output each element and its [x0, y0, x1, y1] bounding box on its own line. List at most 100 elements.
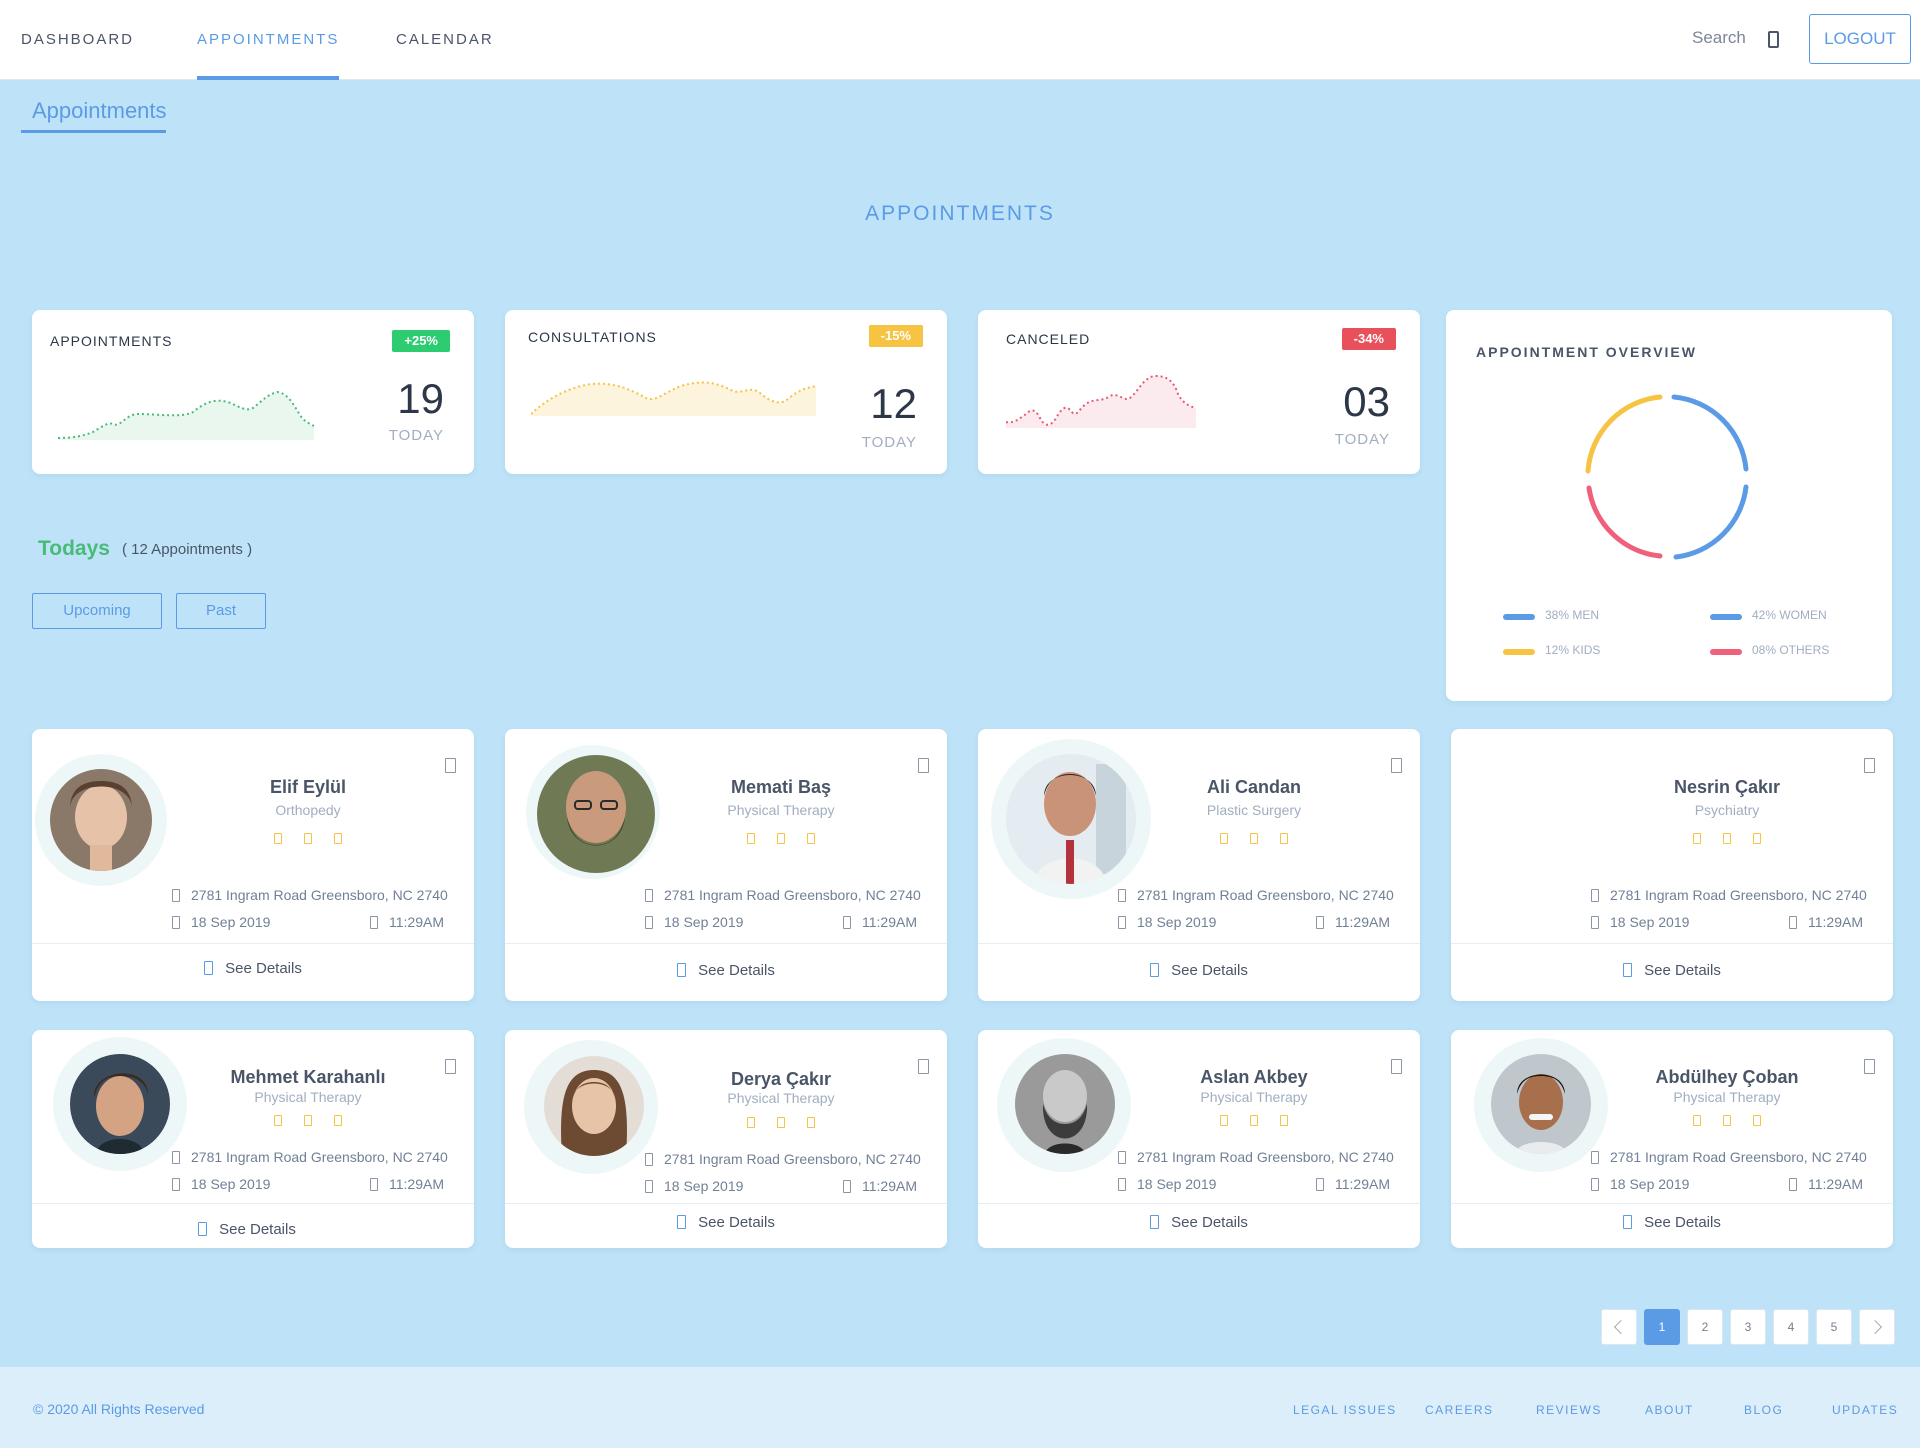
see-details-link[interactable]: See Details	[32, 1221, 474, 1238]
footer-link-reviews[interactable]: REVIEWS	[1536, 1403, 1602, 1417]
stat-value: 03	[1343, 378, 1390, 425]
sparkline-consultations	[531, 381, 817, 416]
see-details-label: See Details	[1171, 1214, 1248, 1231]
clock-icon	[370, 1178, 378, 1191]
logout-button[interactable]: LOGOUT	[1809, 14, 1911, 64]
star-icon	[807, 1117, 815, 1128]
star-icon	[1220, 1115, 1228, 1126]
legend-label: 08% OTHERS	[1752, 643, 1830, 657]
location-icon	[645, 1153, 653, 1166]
star-icon	[777, 1117, 785, 1128]
tab-calendar[interactable]: CALENDAR	[396, 0, 494, 80]
location-icon	[1118, 1151, 1126, 1164]
donut-segment-women	[1673, 484, 1749, 560]
clock-icon	[1789, 916, 1797, 929]
bookmark-icon[interactable]	[445, 1059, 456, 1074]
tab-dashboard[interactable]: DASHBOARD	[21, 0, 134, 80]
bookmark-icon[interactable]	[918, 1059, 929, 1074]
location-icon	[1118, 889, 1126, 902]
donut-segment-others	[1586, 485, 1663, 559]
star-icon	[274, 1115, 282, 1126]
date-row: 18 Sep 2019	[645, 1178, 743, 1194]
see-details-link[interactable]: See Details	[978, 962, 1420, 979]
overview-title: APPOINTMENT OVERVIEW	[1476, 344, 1697, 360]
see-details-link[interactable]: See Details	[505, 962, 947, 979]
stat-subtitle: TODAY	[1334, 431, 1390, 448]
pagination-page-2[interactable]: 2	[1687, 1309, 1723, 1345]
search-icon[interactable]	[1768, 31, 1779, 48]
address-text: 2781 Ingram Road Greensboro, NC 2740	[191, 887, 448, 903]
clock-icon	[843, 916, 851, 929]
todays-count: ( 12 Appointments )	[122, 541, 253, 558]
pagination-page-3[interactable]: 3	[1730, 1309, 1766, 1345]
sparkline-appointments	[58, 390, 315, 440]
calendar-icon	[1591, 916, 1599, 929]
tab-appointments[interactable]: APPOINTMENTS	[197, 0, 340, 80]
legend-label: 42% WOMEN	[1752, 608, 1827, 622]
search-label[interactable]: Search	[1692, 28, 1746, 48]
see-details-label: See Details	[219, 1221, 296, 1238]
avatar	[50, 769, 152, 871]
breadcrumb[interactable]: Appointments	[32, 98, 167, 124]
address-row: 2781 Ingram Road Greensboro, NC 2740	[645, 1151, 921, 1167]
bookmark-icon[interactable]	[1391, 1059, 1402, 1074]
past-filter-button[interactable]: Past	[176, 593, 266, 629]
star-icon	[1280, 1115, 1288, 1126]
bookmark-icon[interactable]	[1864, 758, 1875, 773]
doctor-name: Memati Baş	[730, 777, 832, 797]
donut-segment-kids	[1585, 394, 1663, 474]
stat-title: CONSULTATIONS	[528, 329, 657, 345]
pagination-next-button[interactable]	[1859, 1309, 1895, 1345]
star-icon	[304, 1115, 312, 1126]
date-row: 18 Sep 2019	[1118, 914, 1216, 930]
divider	[505, 1203, 947, 1204]
divider	[32, 1203, 474, 1204]
time-text: 11:29AM	[1808, 1176, 1863, 1192]
star-icon	[1250, 833, 1258, 844]
pagination-prev-button[interactable]	[1601, 1309, 1637, 1345]
see-details-link[interactable]: See Details	[1451, 1214, 1893, 1231]
footer: © 2020 All Rights Reserved LEGAL ISSUES …	[0, 1367, 1920, 1448]
see-details-link[interactable]: See Details	[978, 1214, 1420, 1231]
appointment-card: Aslan Akbey Physical Therapy 2781 Ingram…	[978, 1030, 1420, 1248]
footer-link-about[interactable]: ABOUT	[1645, 1403, 1694, 1417]
bookmark-icon[interactable]	[1391, 758, 1402, 773]
address-row: 2781 Ingram Road Greensboro, NC 2740	[1591, 887, 1867, 903]
time-row: 11:29AM	[1316, 1176, 1390, 1192]
clock-icon	[843, 1180, 851, 1193]
appointment-card: Derya Çakır Physical Therapy 2781 Ingram…	[505, 1030, 947, 1248]
pagination-page-4[interactable]: 4	[1773, 1309, 1809, 1345]
pagination-page-5[interactable]: 5	[1816, 1309, 1852, 1345]
avatar	[1491, 1054, 1591, 1154]
divider	[1451, 943, 1893, 944]
legend-swatch	[1503, 649, 1535, 655]
rating-stars	[1617, 831, 1837, 849]
date-text: 18 Sep 2019	[1610, 1176, 1690, 1192]
clock-icon	[370, 916, 378, 929]
doctor-specialty: Plastic Surgery	[1206, 802, 1302, 818]
divider	[32, 943, 474, 944]
see-details-link[interactable]: See Details	[1451, 962, 1893, 979]
date-text: 18 Sep 2019	[191, 1176, 271, 1192]
footer-link-updates[interactable]: UPDATES	[1832, 1403, 1898, 1417]
star-icon	[777, 833, 785, 844]
upcoming-filter-button[interactable]: Upcoming	[32, 593, 162, 629]
doctor-specialty: Physical Therapy	[727, 1090, 835, 1106]
see-details-link[interactable]: See Details	[32, 960, 474, 977]
divider	[505, 943, 947, 944]
see-details-link[interactable]: See Details	[505, 1214, 947, 1231]
address-text: 2781 Ingram Road Greensboro, NC 2740	[664, 887, 921, 903]
footer-link-blog[interactable]: BLOG	[1744, 1403, 1783, 1417]
bookmark-icon[interactable]	[918, 758, 929, 773]
bookmark-icon[interactable]	[1864, 1059, 1875, 1074]
footer-link-careers[interactable]: CAREERS	[1425, 1403, 1494, 1417]
footer-link-legal-issues[interactable]: LEGAL ISSUES	[1293, 1403, 1397, 1417]
stat-card-appointments: APPOINTMENTS +25% 19 TODAY	[32, 310, 474, 474]
stat-value: 19	[397, 375, 444, 422]
bookmark-icon[interactable]	[445, 758, 456, 773]
pagination-page-1[interactable]: 1	[1644, 1309, 1680, 1345]
date-row: 18 Sep 2019	[172, 1176, 270, 1192]
time-text: 11:29AM	[1808, 914, 1863, 930]
see-details-label: See Details	[698, 1214, 775, 1231]
stat-subtitle: TODAY	[388, 427, 444, 444]
